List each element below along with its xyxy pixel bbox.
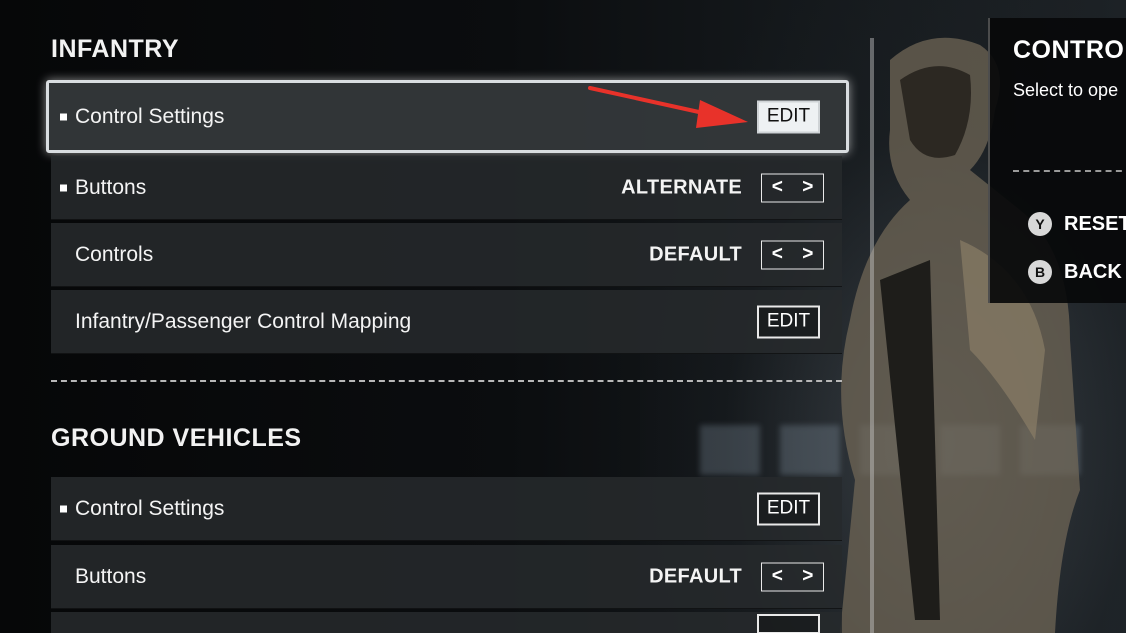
infantry-controls-row[interactable]: Controls DEFAULT < > bbox=[51, 223, 842, 287]
value-selector[interactable]: < > bbox=[761, 240, 824, 269]
row-label: Control Settings bbox=[75, 104, 225, 128]
row-label: Buttons bbox=[75, 564, 147, 588]
chevron-right-icon[interactable]: > bbox=[793, 241, 824, 268]
vehicles-next-row[interactable] bbox=[51, 612, 842, 633]
info-panel-title: CONTROL bbox=[1013, 36, 1126, 64]
vehicles-buttons-row[interactable]: Buttons DEFAULT < > bbox=[51, 545, 842, 609]
row-value: ALTERNATE bbox=[621, 176, 742, 198]
value-selector[interactable]: < > bbox=[761, 173, 824, 202]
infantry-control-settings-row[interactable]: Control Settings EDIT bbox=[46, 80, 849, 153]
row-label: Infantry/Passenger Control Mapping bbox=[75, 309, 412, 333]
row-label: Control Settings bbox=[75, 496, 225, 520]
modified-indicator bbox=[60, 184, 67, 191]
chevron-right-icon[interactable]: > bbox=[793, 563, 824, 590]
reset-label: RESET bbox=[1064, 212, 1126, 235]
edit-button-partial[interactable] bbox=[757, 614, 820, 633]
row-value: DEFAULT bbox=[649, 243, 742, 265]
info-panel-divider bbox=[1013, 170, 1126, 172]
infantry-passenger-mapping-row[interactable]: Infantry/Passenger Control Mapping EDIT bbox=[51, 290, 842, 354]
b-button-icon: B bbox=[1028, 260, 1052, 284]
info-panel-description: Select to ope bbox=[1013, 80, 1119, 100]
chevron-left-icon[interactable]: < bbox=[762, 174, 793, 201]
chevron-left-icon[interactable]: < bbox=[762, 563, 793, 590]
chevron-right-icon[interactable]: > bbox=[793, 174, 824, 201]
chevron-left-icon[interactable]: < bbox=[762, 241, 793, 268]
infantry-section-title: INFANTRY bbox=[51, 35, 180, 63]
reset-hint[interactable]: Y RESET bbox=[1028, 212, 1126, 236]
settings-screen: INFANTRY Control Settings EDIT Buttons A… bbox=[0, 0, 1126, 633]
section-divider bbox=[51, 380, 842, 382]
edit-button[interactable]: EDIT bbox=[757, 492, 820, 525]
infantry-buttons-row[interactable]: Buttons ALTERNATE < > bbox=[51, 156, 842, 220]
scrollbar[interactable] bbox=[870, 38, 874, 633]
vehicles-control-settings-row[interactable]: Control Settings EDIT bbox=[51, 477, 842, 541]
row-label: Buttons bbox=[75, 175, 147, 199]
row-label: Controls bbox=[75, 242, 154, 266]
modified-indicator bbox=[60, 505, 67, 512]
y-button-icon: Y bbox=[1028, 212, 1052, 236]
edit-button[interactable]: EDIT bbox=[757, 305, 820, 338]
edit-button[interactable]: EDIT bbox=[757, 100, 820, 133]
value-selector[interactable]: < > bbox=[761, 562, 824, 591]
info-panel: CONTROL Select to ope Y RESET B BACK bbox=[988, 18, 1126, 303]
back-label: BACK bbox=[1064, 260, 1122, 283]
back-hint[interactable]: B BACK bbox=[1028, 260, 1122, 284]
ground-vehicles-section-title: GROUND VEHICLES bbox=[51, 424, 302, 452]
modified-indicator bbox=[60, 113, 67, 120]
row-value: DEFAULT bbox=[649, 565, 742, 587]
